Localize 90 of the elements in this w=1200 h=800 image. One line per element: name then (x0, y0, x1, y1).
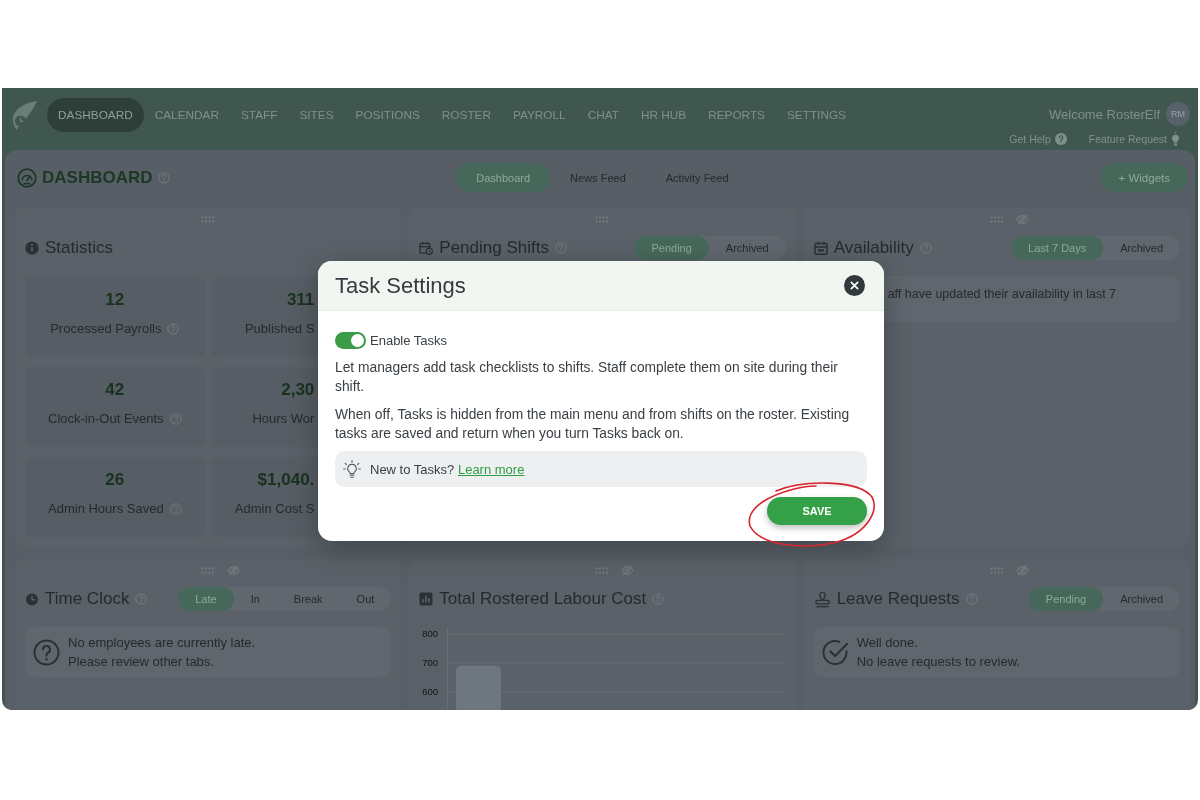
widget-tab[interactable]: In (233, 587, 277, 611)
toggle-label: Enable Tasks (370, 333, 448, 348)
nav-item[interactable]: CHAT (576, 98, 630, 132)
drag-handle-icon[interactable] (201, 566, 216, 574)
save-button[interactable]: SAVE (767, 497, 867, 525)
help-icon[interactable] (169, 413, 182, 425)
stat-value: $1,040. (257, 469, 315, 491)
enable-toggle[interactable] (335, 332, 366, 349)
eye-slash-icon[interactable] (621, 564, 635, 576)
bulb-icon (1171, 132, 1180, 146)
tip-text: New to Tasks? (370, 461, 455, 477)
close-icon (850, 281, 859, 290)
help-icon[interactable] (652, 593, 665, 605)
widget-title: Statistics (45, 238, 114, 258)
message-text: Please review other tabs. (68, 653, 215, 671)
axis-label: 800 (422, 628, 439, 640)
nav-item[interactable]: HR HUB (629, 98, 698, 132)
help-icon[interactable] (169, 503, 182, 515)
gauge-icon (17, 167, 37, 188)
widget-title: Availability (833, 238, 914, 258)
note-text: aff have updated their availability in last 7 (887, 287, 1117, 301)
stat-value: 12 (105, 289, 125, 311)
question-icon (33, 638, 60, 666)
widget-tab[interactable]: Archived (1103, 587, 1180, 611)
message-text: No employees are currently late. (68, 634, 256, 652)
nav-item[interactable]: ROSTER (430, 98, 502, 132)
bar-chart-icon (419, 592, 434, 606)
widget-tab[interactable]: Out (339, 587, 392, 611)
description-text: When off, Tasks is hidden from the main menu and from shifts on the roster. Existing tasks are saved and return when you turn Tasks back on. (335, 406, 851, 443)
calendar-clock-icon (419, 241, 434, 255)
stamp-icon (813, 590, 831, 608)
nav-item[interactable]: PAYROLL (502, 98, 577, 132)
help-icon[interactable] (919, 242, 932, 254)
widget-tab[interactable]: Archived (1103, 236, 1180, 260)
nav-item[interactable]: SITES (288, 98, 345, 132)
eye-slash-icon[interactable] (1015, 213, 1029, 225)
learn-more-link[interactable]: Learn more (457, 461, 525, 477)
drag-handle-icon[interactable] (595, 215, 610, 223)
axis-label: 600 (422, 686, 439, 698)
help-icon[interactable] (554, 242, 567, 254)
widget-title: Total Rostered Labour Cost (439, 589, 647, 609)
stat-value: 311 (286, 289, 315, 311)
description-text: Let managers add task checklists to shifts. Staff complete them on site during their shift. (335, 359, 839, 396)
nav-item[interactable]: STAFF (230, 98, 289, 132)
stat-value: 26 (105, 469, 125, 491)
nav-item[interactable]: REPORTS (697, 98, 776, 132)
header-link[interactable]: Get Help (1009, 133, 1067, 145)
user-avatar[interactable]: RM (1166, 102, 1190, 126)
eye-slash-icon[interactable] (1015, 564, 1029, 576)
widget-tab[interactable]: Archived (708, 236, 786, 260)
calendar-icon (813, 241, 828, 255)
welcome-text: Welcome RosterElf (1049, 106, 1160, 122)
axis-label: 700 (422, 657, 439, 669)
clock-icon (25, 592, 39, 606)
page-title: DASHBOARD (42, 167, 153, 188)
help-icon[interactable] (965, 593, 978, 605)
drag-handle-icon[interactable] (201, 215, 216, 223)
bulb-icon (343, 460, 361, 478)
widget-title: Pending Shifts (439, 238, 549, 258)
widget-title: Leave Requests (836, 589, 960, 609)
message-text: No leave requests to review. (856, 653, 1020, 671)
help-icon[interactable] (167, 323, 180, 335)
nav-item[interactable]: CALENDAR (143, 98, 230, 132)
logo-icon[interactable] (10, 100, 38, 132)
drag-handle-icon[interactable] (595, 566, 610, 574)
widget-title: Time Clock (45, 589, 130, 609)
drag-handle-icon[interactable] (989, 215, 1004, 223)
widget-tab[interactable]: Pending (634, 236, 709, 260)
header-link[interactable]: Feature Request (1088, 132, 1180, 146)
widget-tab[interactable]: Pending (1028, 587, 1104, 611)
add-widgets-button[interactable]: + Widgets (1100, 163, 1188, 192)
help-icon (1054, 133, 1067, 145)
nav-item[interactable]: POSITIONS (344, 98, 431, 132)
stat-value: 42 (105, 379, 125, 401)
widget-tab[interactable]: Last 7 Days (1011, 236, 1104, 260)
close-button[interactable] (844, 275, 865, 296)
info-icon (25, 241, 39, 255)
help-icon[interactable] (157, 171, 170, 184)
page-tab[interactable]: Dashboard (456, 163, 551, 192)
drag-handle-icon[interactable] (989, 566, 1004, 574)
nav-item[interactable]: DASHBOARD (47, 98, 144, 132)
dialog-title: Task Settings (335, 272, 466, 299)
widget-tab[interactable]: Late (178, 587, 234, 611)
help-icon[interactable] (135, 593, 148, 605)
message-text: Well done. (856, 634, 919, 652)
nav-item[interactable]: SETTINGS (775, 98, 857, 132)
widget-tab[interactable]: Break (276, 587, 340, 611)
eye-slash-icon[interactable] (227, 564, 241, 576)
stat-value: 2,30 (281, 379, 315, 401)
check-circle-icon (821, 638, 849, 666)
